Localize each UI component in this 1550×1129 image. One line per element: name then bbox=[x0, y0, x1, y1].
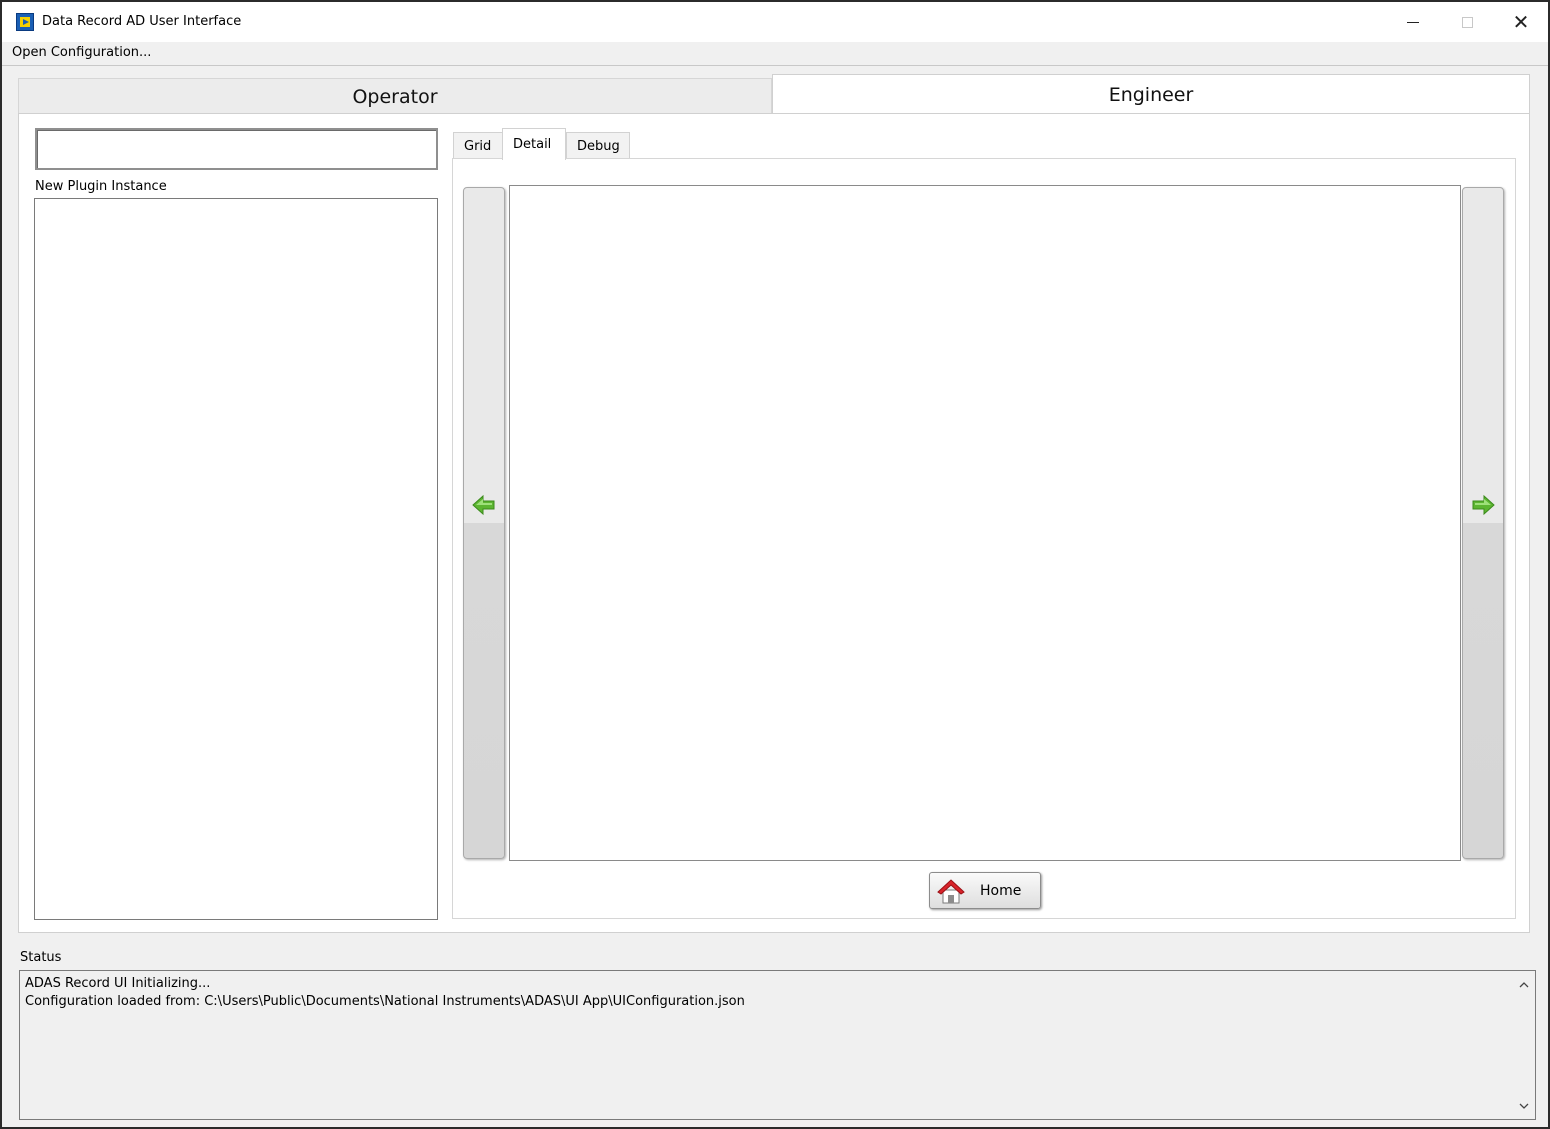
window-title: Data Record AD User Interface bbox=[42, 14, 242, 29]
plugin-instance-input[interactable] bbox=[35, 128, 438, 170]
detail-viewer bbox=[509, 185, 1461, 861]
status-line: Configuration loaded from: C:\Users\Publ… bbox=[25, 994, 745, 1009]
chevron-up-icon bbox=[1519, 981, 1529, 987]
next-button[interactable] bbox=[1462, 187, 1504, 859]
scroll-up-button[interactable] bbox=[1514, 975, 1534, 993]
status-log[interactable]: ADAS Record UI Initializing... Configura… bbox=[19, 970, 1536, 1120]
scroll-down-button[interactable] bbox=[1514, 1097, 1534, 1115]
menu-bar: Open Configuration... bbox=[2, 42, 1548, 66]
status-label: Status bbox=[20, 950, 62, 965]
chevron-down-icon bbox=[1519, 1103, 1529, 1109]
status-line: ADAS Record UI Initializing... bbox=[25, 976, 211, 991]
tab-debug[interactable]: Debug bbox=[566, 132, 630, 160]
maximize-button[interactable] bbox=[1440, 2, 1494, 42]
close-button[interactable]: ✕ bbox=[1494, 2, 1548, 42]
app-window: Data Record AD User Interface ✕ Open Con… bbox=[0, 0, 1550, 1129]
minimize-button[interactable] bbox=[1386, 2, 1440, 42]
home-button[interactable]: Home bbox=[929, 872, 1041, 909]
engineer-panel: New Plugin Instance Grid Detail Debug Ho… bbox=[18, 113, 1530, 933]
main-tab-bar: Operator Engineer bbox=[18, 74, 1530, 114]
tab-detail[interactable]: Detail bbox=[502, 128, 566, 160]
close-icon: ✕ bbox=[1512, 10, 1530, 34]
menu-open-configuration[interactable]: Open Configuration... bbox=[12, 45, 151, 60]
detail-panel: Home bbox=[452, 158, 1516, 919]
previous-button[interactable] bbox=[463, 187, 505, 859]
green-right-arrow-icon bbox=[1472, 494, 1495, 516]
status-lines: ADAS Record UI Initializing... Configura… bbox=[25, 975, 745, 1011]
tab-engineer[interactable]: Engineer bbox=[772, 74, 1530, 114]
maximize-icon bbox=[1461, 16, 1473, 28]
green-left-arrow-icon bbox=[472, 494, 495, 516]
minimize-icon bbox=[1407, 21, 1419, 23]
home-button-label: Home bbox=[980, 882, 1022, 899]
labview-app-icon bbox=[16, 13, 34, 31]
title-bar: Data Record AD User Interface ✕ bbox=[2, 2, 1548, 42]
tab-operator[interactable]: Operator bbox=[18, 78, 772, 114]
house-icon bbox=[937, 878, 965, 903]
tab-grid[interactable]: Grid bbox=[453, 132, 503, 160]
new-plugin-instance-label: New Plugin Instance bbox=[35, 179, 167, 194]
plugin-instance-list[interactable] bbox=[34, 198, 438, 920]
